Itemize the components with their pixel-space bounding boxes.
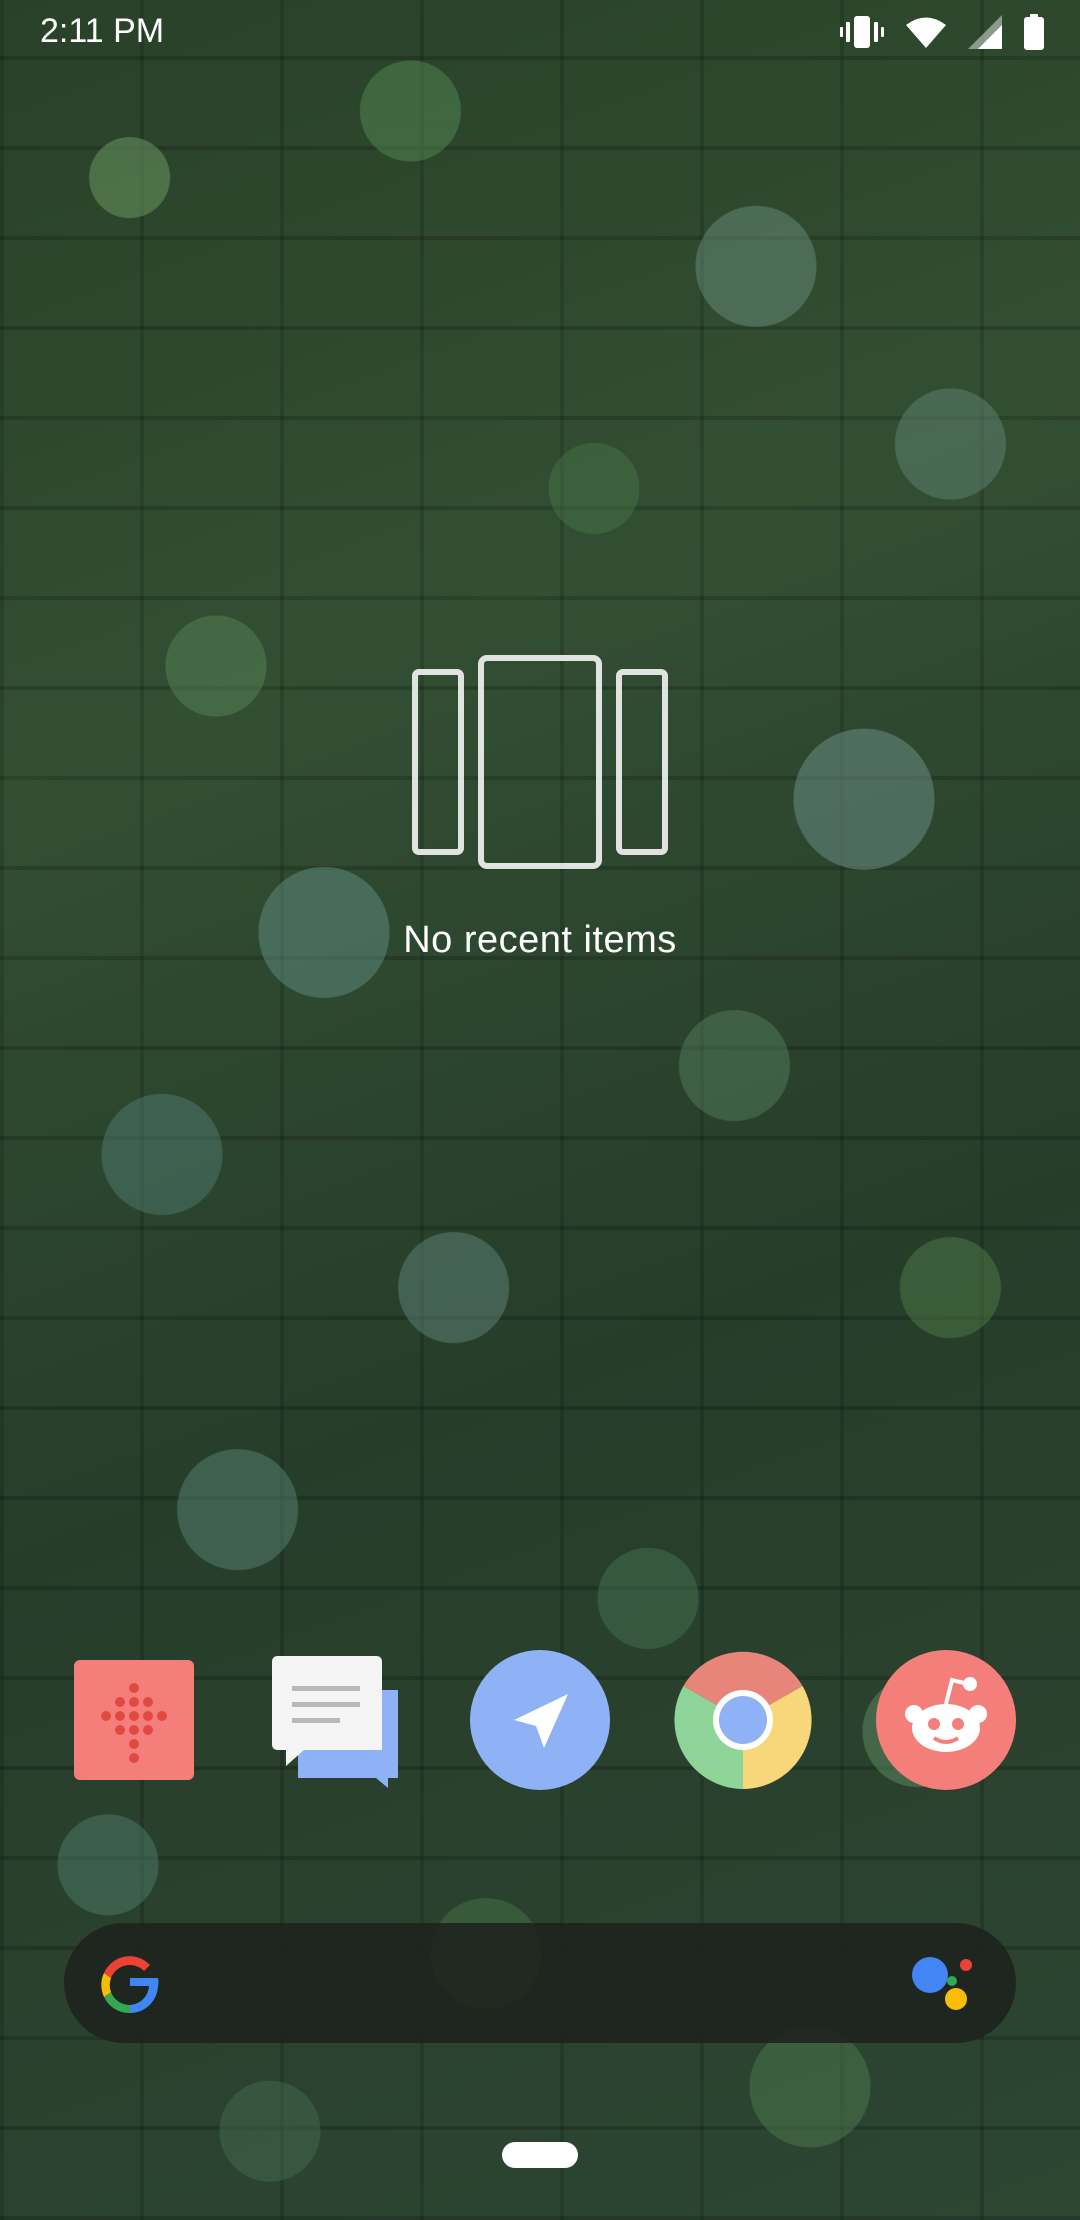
google-g-icon [101, 1956, 159, 2014]
home-screen: 2:11 PM No recent items [0, 0, 1080, 2220]
no-recent-items-label: No recent items [403, 919, 677, 961]
status-clock: 2:11 PM [40, 12, 165, 50]
wallpaper-scrim [0, 0, 1080, 2220]
battery-icon [1024, 14, 1044, 50]
google-search-bar[interactable] [64, 1923, 1016, 2043]
dock-app-messages[interactable] [268, 1650, 408, 1790]
home-gesture-handle[interactable] [502, 2142, 578, 2168]
recents-empty-state: No recent items [0, 655, 1080, 962]
reddit-icon [876, 1650, 1016, 1790]
dock-app-phone[interactable] [64, 1650, 204, 1790]
messages-icon [272, 1656, 398, 1788]
google-assistant-icon [912, 1957, 972, 2010]
dock-app-chrome[interactable] [673, 1650, 813, 1790]
vibrate-icon [840, 16, 884, 48]
send-arrow-icon [470, 1650, 610, 1790]
phone-dialpad-icon [74, 1660, 194, 1780]
dock [0, 1650, 1080, 1790]
status-icons [840, 14, 1044, 50]
chrome-icon [674, 1651, 812, 1789]
dock-app-reddit[interactable] [876, 1650, 1016, 1790]
cell-signal-icon [968, 15, 1002, 49]
dock-app-send[interactable] [470, 1650, 610, 1790]
recents-cards-icon [412, 655, 668, 869]
status-bar: 2:11 PM [0, 0, 1080, 66]
wifi-icon [906, 17, 946, 48]
